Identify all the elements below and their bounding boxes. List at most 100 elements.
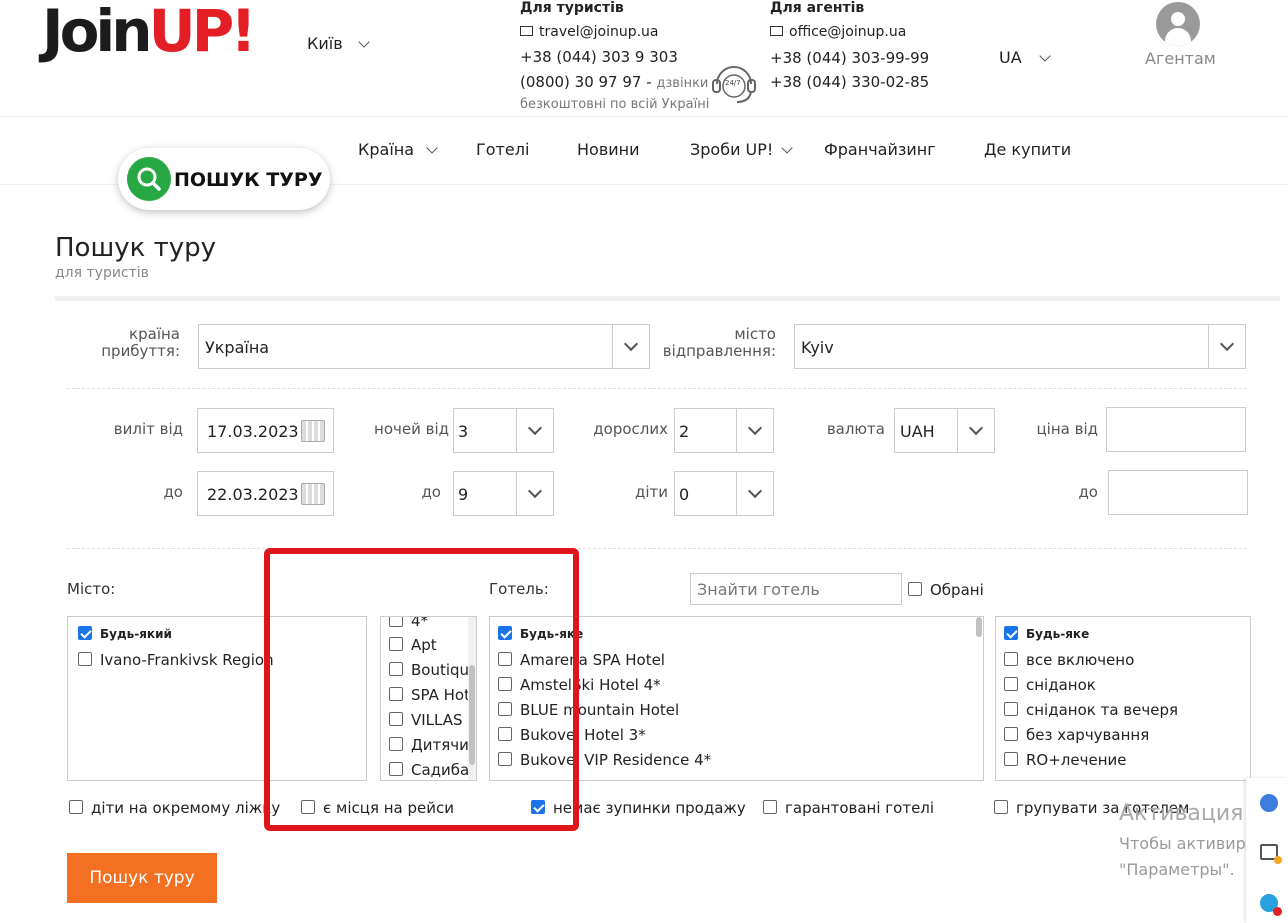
meal-option[interactable]: без харчування	[1004, 726, 1149, 744]
meal-option-any[interactable]: Будь-яке	[1004, 626, 1090, 641]
departure-label: місто відправлення:	[660, 326, 776, 360]
agents-phone-1[interactable]: +38 (044) 303-99-99	[770, 49, 929, 67]
checkbox-checked-icon[interactable]	[78, 626, 92, 640]
date-to-input[interactable]: 22.03.2023	[197, 471, 334, 516]
nav-item-news[interactable]: Новини	[577, 140, 640, 159]
checkbox-icon[interactable]	[1004, 702, 1018, 716]
tourists-title: Для туристів	[520, 0, 624, 16]
date-from-input[interactable]: 17.03.2023	[197, 408, 334, 453]
nights-from-select[interactable]: 3	[453, 408, 554, 453]
country-label-line-1: країна	[129, 325, 180, 343]
envelope-icon	[520, 26, 533, 36]
search-tour-button[interactable]: Пошук туру	[67, 853, 217, 903]
option-children-separate-bed[interactable]: діти на окремому ліжку	[69, 799, 280, 817]
chevron-down-icon	[781, 142, 793, 154]
favorites-checkbox[interactable]: Обрані	[908, 581, 984, 599]
adults-label: дорослих	[593, 420, 668, 438]
price-to-input[interactable]	[1108, 470, 1248, 515]
logo-up: UP!	[148, 0, 257, 65]
city-selector[interactable]: Київ	[307, 34, 370, 53]
currency-value: UAH	[900, 422, 935, 441]
hotel-search-input[interactable]: Знайти готель	[690, 573, 902, 605]
nav-item-country[interactable]: Країна	[358, 140, 438, 159]
chevron-down-icon	[1208, 325, 1245, 368]
logo-join: Join	[42, 0, 153, 65]
agents-link[interactable]: Агентам	[1145, 49, 1216, 68]
chevron-down-icon	[612, 325, 649, 368]
date-from-value: 17.03.2023	[207, 422, 299, 441]
meal-option[interactable]: сніданок та вечеря	[1004, 701, 1178, 719]
children-select[interactable]: 0	[674, 471, 774, 516]
nav-item-country-label: Країна	[358, 140, 415, 159]
nights-to-value: 9	[458, 485, 469, 504]
tourists-free-note: безкоштовні по всій Україні	[520, 97, 710, 112]
joinup-logo[interactable]: JoinUP!	[42, 0, 257, 65]
departure-label-line-2: відправлення:	[662, 342, 776, 360]
checkbox-icon[interactable]	[763, 800, 777, 814]
price-from-label: ціна від	[1036, 420, 1098, 438]
option-guaranteed-hotels[interactable]: гарантовані готелі	[763, 799, 934, 817]
date-from-label: виліт від	[113, 420, 183, 438]
meal-option[interactable]: все включено	[1004, 651, 1134, 669]
city-option-any[interactable]: Будь-який	[78, 626, 172, 641]
nav-item-make-up-label: Зроби UP!	[690, 140, 774, 159]
adults-select[interactable]: 2	[674, 408, 774, 453]
checkbox-icon[interactable]	[78, 652, 92, 666]
nights-to-select[interactable]: 9	[453, 471, 554, 516]
nav-item-make-up[interactable]: Зроби UP!	[690, 140, 793, 159]
app-icon[interactable]	[1260, 794, 1278, 812]
meal-option[interactable]: RO+лечение	[1004, 751, 1127, 769]
agents-email: office@joinup.ua	[789, 24, 907, 40]
hotel-list-scrollbar[interactable]	[975, 617, 983, 780]
side-tray	[1246, 778, 1288, 923]
meal-list[interactable]: Будь-яке все включено сніданок сніданок …	[995, 616, 1251, 781]
departure-select[interactable]: Kyiv	[794, 324, 1246, 369]
tourists-phone-2[interactable]: (0800) 30 97 97 - дзвінки	[520, 73, 708, 91]
chevron-down-icon	[426, 142, 438, 154]
city-option-ivano-frankivsk-label: Ivano-Frankivsk Region	[100, 651, 274, 669]
checkbox-icon[interactable]	[69, 800, 83, 814]
calendar-icon[interactable]	[301, 483, 325, 505]
tourists-email: travel@joinup.ua	[539, 24, 659, 40]
section-divider	[67, 388, 1247, 389]
nights-from-label: ночей від	[374, 420, 449, 438]
meal-option[interactable]: сніданок	[1004, 676, 1096, 694]
tourists-phone-1[interactable]: +38 (044) 303 9 303	[520, 48, 678, 66]
checkbox-checked-icon[interactable]	[1004, 626, 1018, 640]
meal-option-any-label: Будь-яке	[1026, 627, 1090, 641]
telegram-icon[interactable]	[1260, 894, 1282, 916]
chevron-down-icon	[957, 409, 994, 452]
city-option-ivano-frankivsk[interactable]: Ivano-Frankivsk Region	[78, 651, 274, 669]
language-selector[interactable]: UA	[999, 48, 1051, 67]
tourists-email-link[interactable]: travel@joinup.ua	[520, 24, 659, 40]
nav-item-where-to-buy[interactable]: Де купити	[984, 140, 1071, 159]
chevron-down-icon	[1039, 50, 1051, 62]
children-value: 0	[679, 485, 690, 504]
agents-email-link[interactable]: office@joinup.ua	[770, 24, 906, 40]
nav-item-hotels[interactable]: Готелі	[476, 140, 529, 159]
currency-select[interactable]: UAH	[894, 408, 995, 453]
meal-option-label: RO+лечение	[1026, 751, 1127, 769]
chevron-down-icon	[358, 36, 370, 48]
checkbox-icon[interactable]	[1004, 752, 1018, 766]
checkbox-icon[interactable]	[994, 800, 1008, 814]
search-tour-pill-label: ПОШУК ТУРУ	[174, 169, 323, 191]
meal-option-label: сніданок	[1026, 676, 1096, 694]
checkbox-icon[interactable]	[908, 582, 922, 596]
chevron-down-icon	[736, 472, 773, 515]
user-avatar-icon[interactable]	[1156, 2, 1200, 46]
clipboard-icon[interactable]	[1260, 844, 1282, 864]
calendar-icon[interactable]	[301, 420, 325, 442]
hotel-search-placeholder: Знайти готель	[697, 580, 820, 599]
checkbox-icon[interactable]	[1004, 677, 1018, 691]
checkbox-icon[interactable]	[1004, 652, 1018, 666]
windows-activation-line-3: "Параметры".	[1119, 860, 1235, 879]
nav-item-franchise[interactable]: Франчайзинг	[824, 140, 936, 159]
country-select[interactable]: Україна	[198, 324, 650, 369]
agents-phone-2[interactable]: +38 (044) 330-02-85	[770, 73, 929, 91]
price-from-input[interactable]	[1106, 407, 1246, 452]
tourists-phone-2-note: дзвінки	[656, 76, 709, 91]
country-label-line-2: прибуття:	[101, 342, 180, 360]
checkbox-icon[interactable]	[1004, 727, 1018, 741]
date-to-label: до	[163, 483, 183, 501]
